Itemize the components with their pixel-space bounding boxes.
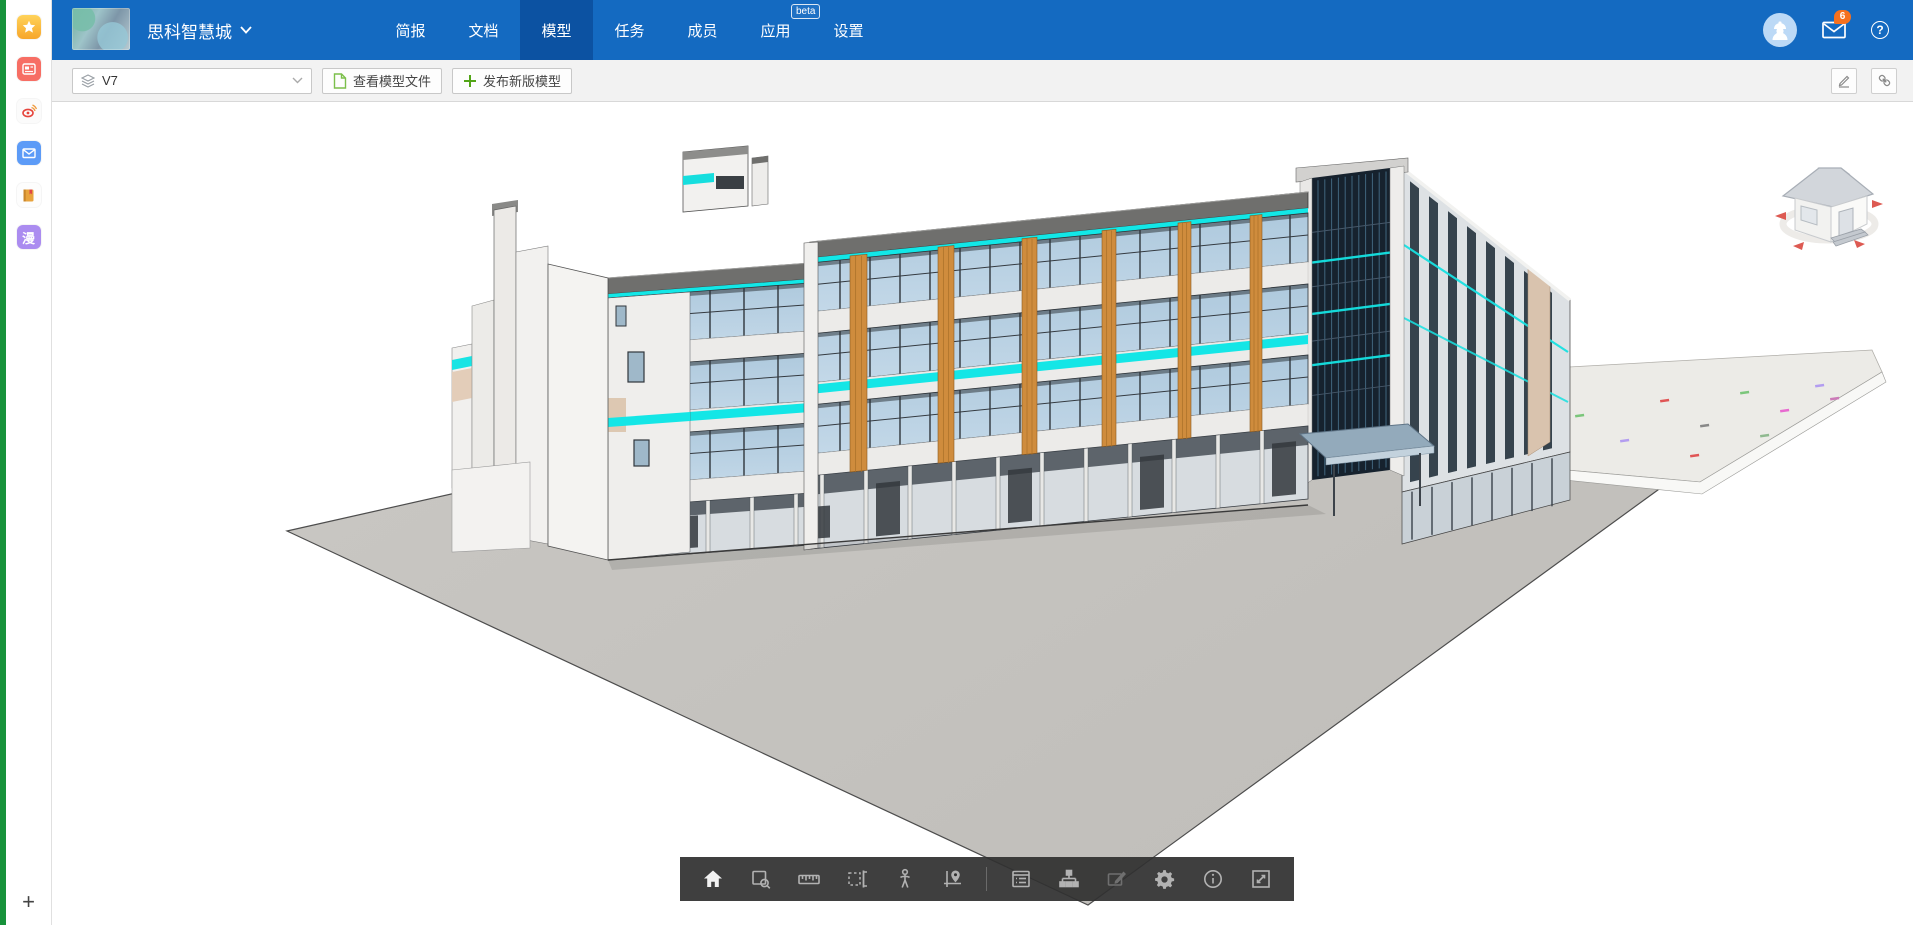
tab-apps[interactable]: 应用 beta [739, 0, 812, 60]
mail-app-icon[interactable] [17, 141, 41, 165]
layers-icon [81, 74, 95, 88]
pencil-icon [1837, 74, 1851, 88]
fullscreen-icon[interactable] [1246, 864, 1276, 894]
link-icon [1877, 73, 1892, 88]
model-version-toolbar: V7 查看模型文件 发布新版模型 [52, 60, 1913, 102]
notifications-mail[interactable]: 6 [1821, 17, 1847, 43]
tab-documents[interactable]: 文档 [447, 0, 520, 60]
notebook-icon[interactable] [17, 183, 41, 207]
bim-model-scene [52, 102, 1913, 925]
favorites-star-icon[interactable] [17, 15, 41, 39]
main-nav-tabs: 简报 文档 模型 任务 成员 应用 beta 设置 [374, 0, 885, 60]
section-box-icon[interactable] [842, 864, 872, 894]
publish-new-model-button[interactable]: 发布新版模型 [452, 68, 572, 94]
notification-count-badge: 6 [1834, 10, 1851, 24]
model-viewer-canvas[interactable] [52, 102, 1913, 925]
home-view-navigation-widget[interactable] [1773, 154, 1885, 254]
manga-icon[interactable]: 漫 [17, 225, 41, 249]
version-value: V7 [102, 73, 118, 88]
manga-icon-label: 漫 [22, 228, 35, 247]
annotate-icon[interactable] [1102, 864, 1132, 894]
project-logo[interactable] [72, 8, 130, 50]
chevron-down-icon [240, 26, 252, 34]
tab-members[interactable]: 成员 [666, 0, 739, 60]
zoom-window-icon[interactable] [746, 864, 776, 894]
info-icon[interactable] [1198, 864, 1228, 894]
tab-tasks[interactable]: 任务 [593, 0, 666, 60]
version-select[interactable]: V7 [72, 68, 312, 94]
weibo-icon[interactable] [17, 99, 41, 123]
top-navbar: 思科智慧城 简报 文档 模型 任务 成员 应用 beta 设置 6 ? [52, 0, 1913, 60]
tab-settings[interactable]: 设置 [812, 0, 885, 60]
news-icon[interactable] [17, 57, 41, 81]
tab-briefing[interactable]: 简报 [374, 0, 447, 60]
tab-model[interactable]: 模型 [520, 0, 593, 60]
browser-side-rail: 漫 + [6, 0, 52, 925]
properties-list-icon[interactable] [1006, 864, 1036, 894]
walkthrough-person-icon[interactable] [890, 864, 920, 894]
settings-gear-icon[interactable] [1150, 864, 1180, 894]
plus-icon [463, 74, 477, 88]
view-model-files-button[interactable]: 查看模型文件 [322, 68, 442, 94]
toolbar-right-group [1831, 68, 1897, 94]
help-icon[interactable]: ? [1871, 21, 1889, 39]
add-shortcut-button[interactable]: + [6, 889, 51, 915]
viewer-toolbar [680, 857, 1294, 901]
page-title: 思科智慧城 [147, 18, 232, 43]
home-view-icon[interactable] [698, 864, 728, 894]
navbar-right-group: 6 ? [1763, 0, 1889, 60]
share-link-button[interactable] [1871, 68, 1897, 94]
avatar[interactable] [1763, 13, 1797, 47]
measure-ruler-icon[interactable] [794, 864, 824, 894]
toolbar-divider [986, 867, 987, 891]
chevron-down-icon [292, 77, 303, 84]
project-switcher[interactable]: 思科智慧城 [147, 0, 252, 60]
map-pin-icon[interactable] [938, 864, 968, 894]
edit-button[interactable] [1831, 68, 1857, 94]
model-tree-icon[interactable] [1054, 864, 1084, 894]
worker-avatar-icon [1768, 18, 1792, 42]
file-icon [333, 73, 347, 89]
